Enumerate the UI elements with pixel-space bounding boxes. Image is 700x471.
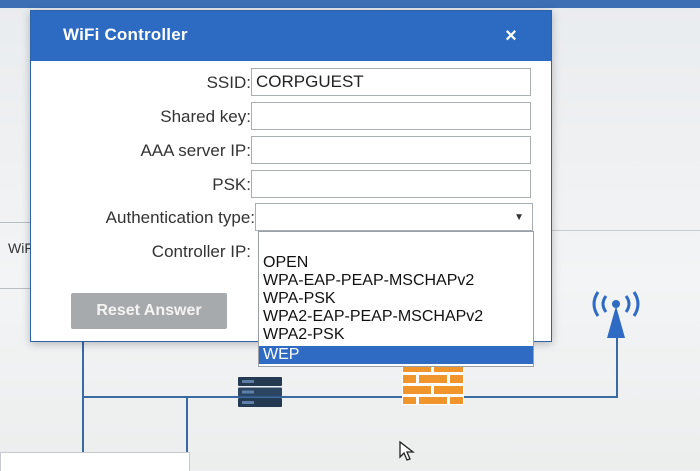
- close-icon[interactable]: ×: [501, 26, 521, 46]
- psk-input[interactable]: [251, 170, 531, 198]
- controller-ip-label: Controller IP:: [151, 242, 251, 261]
- dialog-header: WiFi Controller ×: [31, 11, 551, 61]
- right-panel-divider: [548, 230, 700, 271]
- top-window-strip: [0, 0, 700, 8]
- firewall-icon[interactable]: [402, 363, 464, 405]
- psk-row: PSK:: [31, 170, 551, 200]
- shared-key-row: Shared key:: [31, 102, 551, 132]
- bottom-panel: [0, 452, 190, 471]
- auth-type-label: Authentication type:: [105, 208, 255, 227]
- option-wpa2-psk[interactable]: WPA2-PSK: [259, 326, 533, 344]
- aaa-server-input[interactable]: [251, 136, 531, 164]
- server-icon[interactable]: [238, 377, 282, 407]
- aaa-server-row: AAA server IP:: [31, 136, 551, 166]
- ssid-row: SSID:: [31, 68, 551, 98]
- option-wpa-psk[interactable]: WPA-PSK: [259, 290, 533, 308]
- network-line-vertical-left: [82, 338, 84, 470]
- auth-type-dropdown-list: OPEN WPA-EAP-PEAP-MSCHAPv2 WPA-PSK WPA2-…: [258, 231, 534, 367]
- option-open[interactable]: OPEN: [259, 254, 533, 272]
- auth-type-select[interactable]: ▼: [255, 203, 533, 231]
- psk-label: PSK:: [212, 175, 251, 194]
- option-wpa2-eap-peap-mschapv2[interactable]: WPA2-EAP-PEAP-MSCHAPv2: [259, 308, 533, 326]
- option-wpa-eap-peap-mschapv2[interactable]: WPA-EAP-PEAP-MSCHAPv2: [259, 272, 533, 290]
- dialog-title: WiFi Controller: [63, 25, 188, 44]
- mouse-pointer-icon: [398, 440, 416, 462]
- wireless-antenna-icon[interactable]: [586, 290, 646, 340]
- ssid-label: SSID:: [206, 73, 251, 92]
- network-line-vertical-right: [616, 336, 618, 398]
- network-line-horizontal: [82, 396, 618, 398]
- option-wep[interactable]: WEP: [259, 346, 533, 364]
- reset-answer-button[interactable]: Reset Answer: [71, 293, 227, 329]
- auth-type-row: Authentication type: ▼: [31, 203, 551, 233]
- chevron-down-icon[interactable]: ▼: [514, 212, 524, 223]
- shared-key-input[interactable]: [251, 102, 531, 130]
- aaa-server-label: AAA server IP:: [140, 141, 251, 160]
- ssid-input[interactable]: [251, 68, 531, 96]
- shared-key-label: Shared key:: [160, 107, 251, 126]
